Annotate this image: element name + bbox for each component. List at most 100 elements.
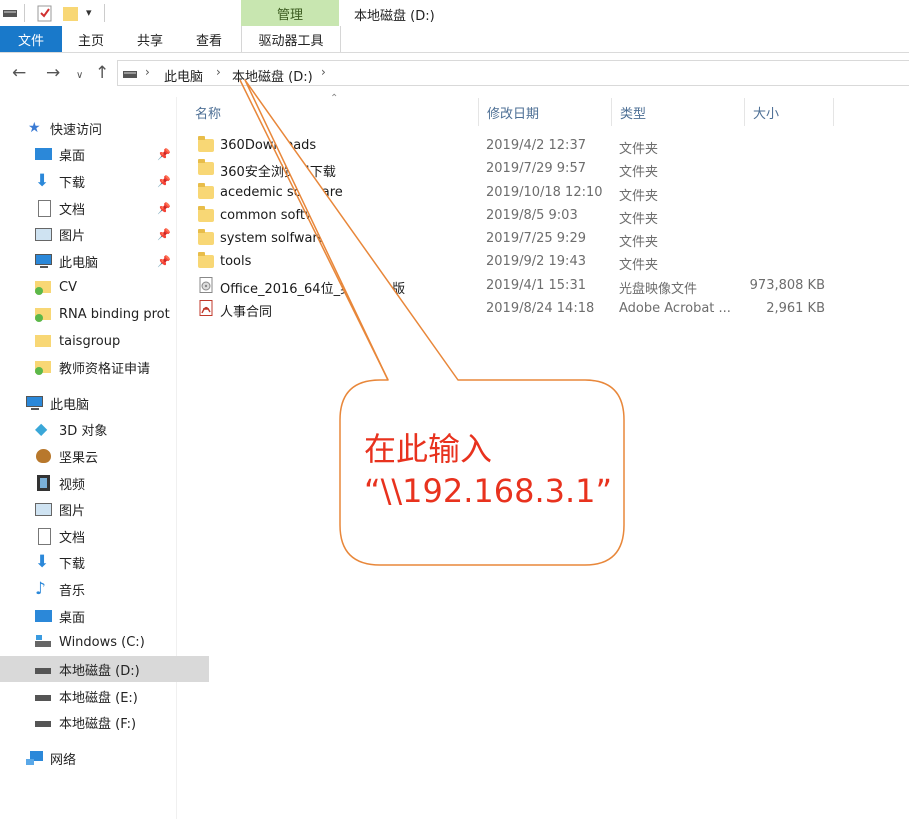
file-row[interactable]: 360安全浏览器下载 2019/7/29 9:57 文件夹: [192, 157, 842, 180]
callout-text: 在此输入 “\\192.168.3.1”: [364, 428, 614, 512]
sidebar-item-label: 音乐: [59, 583, 86, 599]
sidebar-item-quick-access[interactable]: ★ 快速访问: [0, 115, 202, 141]
sidebar-item-music[interactable]: ♪ 音乐: [0, 576, 209, 602]
file-date: 2019/9/2 19:43: [486, 254, 586, 269]
file-row[interactable]: acedemic software 2019/10/18 12:10 文件夹: [192, 181, 842, 204]
desktop-icon: [35, 146, 53, 162]
folder-icon: [198, 159, 214, 175]
sidebar-item-rna-binding[interactable]: RNA binding prot: [0, 301, 209, 327]
sidebar-item-desktop[interactable]: 桌面 📌: [0, 141, 209, 167]
window-title: 本地磁盘 (D:): [354, 9, 435, 24]
sidebar-item-documents-pc[interactable]: 文档: [0, 523, 209, 549]
file-row[interactable]: tools 2019/9/2 19:43 文件夹: [192, 250, 842, 273]
tab-view[interactable]: 查看: [180, 26, 238, 52]
tab-file[interactable]: 文件: [0, 26, 62, 52]
sidebar-item-drive-e[interactable]: 本地磁盘 (E:): [0, 683, 209, 709]
sidebar-item-pictures-pc[interactable]: 图片: [0, 496, 209, 522]
breadcrumb-separator-icon[interactable]: ›: [145, 65, 150, 79]
sidebar-item-downloads[interactable]: ⬇ 下载 📌: [0, 168, 209, 194]
sidebar-item-this-pc[interactable]: 此电脑: [0, 390, 200, 416]
column-header-row: 名称 修改日期 类型 大小: [187, 98, 909, 126]
file-row[interactable]: common software 2019/8/5 9:03 文件夹: [192, 204, 842, 227]
pin-icon[interactable]: 📌: [157, 175, 171, 188]
synced-folder-icon: [35, 279, 53, 295]
sidebar-item-videos[interactable]: 视频: [0, 470, 209, 496]
file-name: acedemic software: [220, 185, 343, 200]
sidebar-item-cv[interactable]: CV: [0, 274, 209, 300]
music-note-icon: ♪: [35, 579, 46, 599]
sidebar-item-downloads-pc[interactable]: ⬇ 下载: [0, 549, 209, 575]
folder-icon: [198, 252, 214, 268]
sidebar-item-drive-d[interactable]: 本地磁盘 (D:): [0, 656, 209, 682]
folder-icon: [198, 206, 214, 222]
sidebar-item-3d-objects[interactable]: ◆ 3D 对象: [0, 416, 209, 442]
drive-icon: [35, 661, 53, 677]
tab-share[interactable]: 共享: [120, 26, 180, 52]
file-size: 973,808 KB: [749, 278, 825, 293]
address-bar[interactable]: › 此电脑 › 本地磁盘 (D:) ›: [117, 60, 909, 86]
column-header-date[interactable]: 修改日期: [479, 98, 612, 126]
sidebar-item-label: 文档: [59, 530, 86, 546]
sidebar-item-desktop-pc[interactable]: 桌面: [0, 603, 209, 629]
sidebar-item-label: RNA binding prot: [59, 306, 170, 322]
manage-contextual-tab[interactable]: 管理: [241, 0, 339, 26]
sidebar-item-jianguoyun[interactable]: 坚果云: [0, 443, 209, 469]
sidebar-item-label: 本地磁盘 (D:): [59, 663, 140, 679]
synced-folder-icon: [35, 306, 53, 322]
document-icon: [35, 200, 53, 217]
sidebar-item-taisgroup[interactable]: taisgroup: [0, 328, 209, 354]
properties-icon[interactable]: [37, 5, 53, 22]
breadcrumb-local-disk-d[interactable]: 本地磁盘 (D:): [232, 66, 313, 85]
file-date: 2019/8/24 14:18: [486, 301, 595, 316]
star-icon: ★: [28, 120, 41, 136]
drive-icon[interactable]: [3, 8, 17, 18]
sidebar-item-label: CV: [59, 279, 77, 295]
pin-icon[interactable]: 📌: [157, 228, 171, 241]
sidebar-item-teacher-cert[interactable]: 教师资格证申请: [0, 354, 209, 380]
up-arrow-icon[interactable]: ↑: [95, 63, 109, 83]
sidebar-item-drive-f[interactable]: 本地磁盘 (F:): [0, 709, 209, 735]
pin-icon[interactable]: 📌: [157, 255, 171, 268]
file-row[interactable]: 360Downloads 2019/4/2 12:37 文件夹: [192, 134, 842, 157]
pin-icon[interactable]: 📌: [157, 202, 171, 215]
file-type: 文件夹: [619, 258, 659, 273]
tab-home[interactable]: 主页: [62, 26, 120, 52]
forward-arrow-icon[interactable]: →: [46, 63, 60, 83]
pictures-icon: [35, 226, 53, 242]
desktop-icon: [35, 608, 53, 624]
file-date: 2019/4/1 15:31: [486, 278, 586, 293]
file-name: Office_2016_64位_英文专业版: [220, 282, 406, 297]
file-name: 360Downloads: [220, 138, 317, 153]
column-header-type[interactable]: 类型: [612, 98, 745, 126]
pin-icon[interactable]: 📌: [157, 148, 171, 161]
synced-folder-icon: [35, 359, 53, 375]
recent-locations-chevron-icon[interactable]: ∨: [76, 66, 83, 86]
file-row[interactable]: system solfware 2019/7/25 9:29 文件夹: [192, 227, 842, 250]
sidebar-item-network[interactable]: 网络: [0, 745, 200, 771]
sidebar-item-documents[interactable]: 文档 📌: [0, 195, 209, 221]
sidebar-item-pictures[interactable]: 图片 📌: [0, 221, 209, 247]
sidebar-item-this-pc-pinned[interactable]: 此电脑 📌: [0, 248, 209, 274]
callout-line-1: 在此输入: [364, 430, 493, 468]
file-size: 2,961 KB: [766, 301, 825, 316]
tab-drive-tools[interactable]: 驱动器工具: [241, 26, 341, 52]
back-arrow-icon[interactable]: ←: [12, 63, 26, 83]
customize-toolbar-icon[interactable]: ▾: [86, 6, 92, 19]
sidebar-item-label: taisgroup: [59, 333, 121, 349]
column-header-size[interactable]: 大小: [745, 98, 834, 126]
sidebar-item-label: 下载: [59, 556, 86, 572]
new-folder-icon[interactable]: [62, 5, 79, 22]
download-arrow-icon: ⬇: [35, 552, 50, 572]
file-row[interactable]: Office_2016_64位_英文专业版 2019/4/1 15:31 光盘映…: [192, 274, 842, 297]
sidebar-item-drive-c[interactable]: Windows (C:): [0, 629, 209, 655]
file-row[interactable]: 人事合同 2019/8/24 14:18 Adobe Acrobat ... 2…: [192, 297, 842, 320]
breadcrumb-separator-icon[interactable]: ›: [216, 65, 221, 79]
breadcrumb-separator-icon[interactable]: ›: [321, 65, 326, 79]
breadcrumb-this-pc[interactable]: 此电脑: [164, 66, 203, 85]
file-type: Adobe Acrobat ...: [619, 301, 731, 316]
column-header-name[interactable]: 名称: [187, 98, 479, 126]
disc-image-icon: [199, 277, 213, 293]
quick-access-toolbar: ▾: [0, 0, 240, 26]
sidebar-item-label: 下载: [59, 175, 86, 191]
sidebar-item-label: 图片: [59, 228, 86, 244]
